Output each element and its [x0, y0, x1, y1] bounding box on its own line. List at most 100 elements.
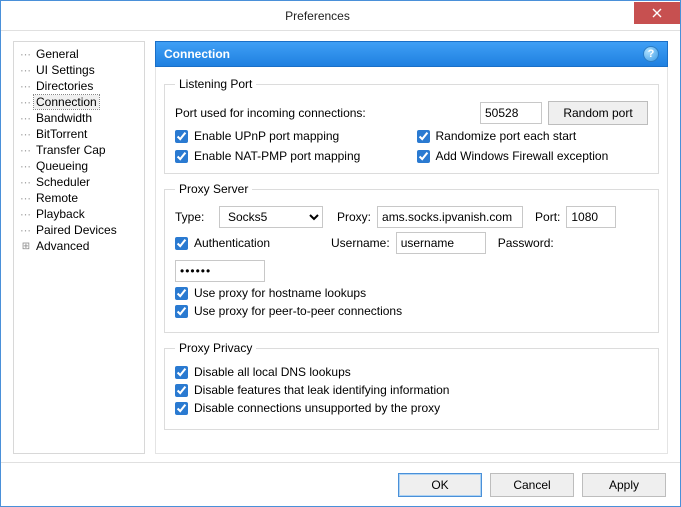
- randomize-checkbox-input[interactable]: [417, 130, 430, 143]
- close-button[interactable]: [634, 2, 680, 24]
- sidebar-item-label: Bandwidth: [34, 111, 94, 125]
- username-label: Username:: [331, 236, 390, 250]
- expand-icon[interactable]: ⊞: [20, 240, 32, 252]
- dns-label: Disable all local DNS lookups: [194, 365, 351, 379]
- dns-checkbox[interactable]: Disable all local DNS lookups: [175, 365, 351, 379]
- sidebar-item-scheduler[interactable]: ⋯Scheduler: [16, 174, 142, 190]
- unsupported-label: Disable connections unsupported by the p…: [194, 401, 440, 415]
- password-input[interactable]: [175, 260, 265, 282]
- sidebar-item-advanced[interactable]: ⊞Advanced: [16, 238, 142, 254]
- hostname-checkbox[interactable]: Use proxy for hostname lookups: [175, 286, 366, 300]
- randomize-label: Randomize port each start: [436, 129, 577, 143]
- tree-line-icon: ⋯: [20, 48, 32, 60]
- sidebar-item-remote[interactable]: ⋯Remote: [16, 190, 142, 206]
- proxy-server-group: Proxy Server Type: (none)Socks4Socks5HTT…: [164, 182, 659, 333]
- cancel-button[interactable]: Cancel: [490, 473, 574, 497]
- proxy-host-label: Proxy:: [337, 210, 371, 224]
- titlebar: Preferences: [1, 1, 680, 31]
- randomize-checkbox[interactable]: Randomize port each start: [417, 129, 649, 143]
- upnp-checkbox[interactable]: Enable UPnP port mapping: [175, 129, 407, 143]
- proxy-privacy-group: Proxy Privacy Disable all local DNS look…: [164, 341, 659, 430]
- random-port-button[interactable]: Random port: [548, 101, 648, 125]
- sidebar-item-connection[interactable]: ⋯Connection: [16, 94, 142, 110]
- dns-checkbox-input[interactable]: [175, 366, 188, 379]
- auth-checkbox[interactable]: Authentication: [175, 236, 325, 250]
- tree-line-icon: ⋯: [20, 160, 32, 172]
- tree-line-icon: ⋯: [20, 176, 32, 188]
- sidebar-item-paired-devices[interactable]: ⋯Paired Devices: [16, 222, 142, 238]
- sidebar-item-label: Connection: [34, 95, 99, 109]
- natpmp-checkbox-input[interactable]: [175, 150, 188, 163]
- sidebar-item-bittorrent[interactable]: ⋯BitTorrent: [16, 126, 142, 142]
- main-panel: Connection ? Listening Port Port used fo…: [155, 41, 668, 454]
- close-icon: [652, 8, 662, 18]
- tree-line-icon: ⋯: [20, 80, 32, 92]
- firewall-checkbox[interactable]: Add Windows Firewall exception: [417, 149, 649, 163]
- proxy-type-label: Type:: [175, 210, 213, 224]
- upnp-checkbox-input[interactable]: [175, 130, 188, 143]
- sidebar-item-label: Advanced: [34, 239, 91, 253]
- tree-line-icon: ⋯: [20, 208, 32, 220]
- sidebar-item-label: Directories: [34, 79, 95, 93]
- preferences-window: Preferences ⋯General⋯UI Settings⋯Directo…: [0, 0, 681, 507]
- panel-title: Connection: [164, 47, 643, 61]
- leak-label: Disable features that leak identifying i…: [194, 383, 449, 397]
- tree-line-icon: ⋯: [20, 224, 32, 236]
- proxy-type-select[interactable]: (none)Socks4Socks5HTTPSHTTP: [219, 206, 323, 228]
- sidebar-item-label: Transfer Cap: [34, 143, 108, 157]
- panel-body: Listening Port Port used for incoming co…: [155, 67, 668, 454]
- ok-button[interactable]: OK: [398, 473, 482, 497]
- proxy-privacy-legend: Proxy Privacy: [175, 341, 256, 355]
- auth-label: Authentication: [194, 236, 270, 250]
- apply-button[interactable]: Apply: [582, 473, 666, 497]
- sidebar-item-label: Paired Devices: [34, 223, 119, 237]
- sidebar-item-label: Scheduler: [34, 175, 92, 189]
- hostname-checkbox-input[interactable]: [175, 287, 188, 300]
- proxy-port-label: Port:: [535, 210, 560, 224]
- auth-checkbox-input[interactable]: [175, 237, 188, 250]
- firewall-label: Add Windows Firewall exception: [436, 149, 609, 163]
- tree-line-icon: ⋯: [20, 64, 32, 76]
- p2p-checkbox[interactable]: Use proxy for peer-to-peer connections: [175, 304, 402, 318]
- sidebar-item-label: UI Settings: [34, 63, 97, 77]
- username-input[interactable]: [396, 232, 486, 254]
- sidebar-item-label: General: [34, 47, 81, 61]
- leak-checkbox-input[interactable]: [175, 384, 188, 397]
- help-icon[interactable]: ?: [643, 46, 659, 62]
- sidebar-item-label: Remote: [34, 191, 80, 205]
- port-input[interactable]: [480, 102, 542, 124]
- listening-port-legend: Listening Port: [175, 77, 256, 91]
- panel-header: Connection ?: [155, 41, 668, 67]
- unsupported-checkbox[interactable]: Disable connections unsupported by the p…: [175, 401, 440, 415]
- proxy-server-legend: Proxy Server: [175, 182, 252, 196]
- sidebar-item-queueing[interactable]: ⋯Queueing: [16, 158, 142, 174]
- tree-line-icon: ⋯: [20, 96, 32, 108]
- hostname-label: Use proxy for hostname lookups: [194, 286, 366, 300]
- proxy-port-input[interactable]: [566, 206, 616, 228]
- p2p-label: Use proxy for peer-to-peer connections: [194, 304, 402, 318]
- sidebar-item-transfer-cap[interactable]: ⋯Transfer Cap: [16, 142, 142, 158]
- listening-port-group: Listening Port Port used for incoming co…: [164, 77, 659, 174]
- natpmp-checkbox[interactable]: Enable NAT-PMP port mapping: [175, 149, 407, 163]
- sidebar-item-label: Playback: [34, 207, 87, 221]
- p2p-checkbox-input[interactable]: [175, 305, 188, 318]
- sidebar-item-bandwidth[interactable]: ⋯Bandwidth: [16, 110, 142, 126]
- firewall-checkbox-input[interactable]: [417, 150, 430, 163]
- dialog-footer: OK Cancel Apply: [1, 462, 680, 506]
- category-tree[interactable]: ⋯General⋯UI Settings⋯Directories⋯Connect…: [13, 41, 145, 454]
- natpmp-label: Enable NAT-PMP port mapping: [194, 149, 360, 163]
- leak-checkbox[interactable]: Disable features that leak identifying i…: [175, 383, 449, 397]
- tree-line-icon: ⋯: [20, 112, 32, 124]
- tree-line-icon: ⋯: [20, 128, 32, 140]
- password-label: Password:: [498, 236, 554, 250]
- sidebar-item-playback[interactable]: ⋯Playback: [16, 206, 142, 222]
- window-title: Preferences: [1, 9, 634, 23]
- sidebar-item-directories[interactable]: ⋯Directories: [16, 78, 142, 94]
- content-area: ⋯General⋯UI Settings⋯Directories⋯Connect…: [1, 31, 680, 462]
- sidebar-item-ui-settings[interactable]: ⋯UI Settings: [16, 62, 142, 78]
- upnp-label: Enable UPnP port mapping: [194, 129, 339, 143]
- sidebar-item-label: Queueing: [34, 159, 90, 173]
- sidebar-item-general[interactable]: ⋯General: [16, 46, 142, 62]
- proxy-host-input[interactable]: [377, 206, 523, 228]
- unsupported-checkbox-input[interactable]: [175, 402, 188, 415]
